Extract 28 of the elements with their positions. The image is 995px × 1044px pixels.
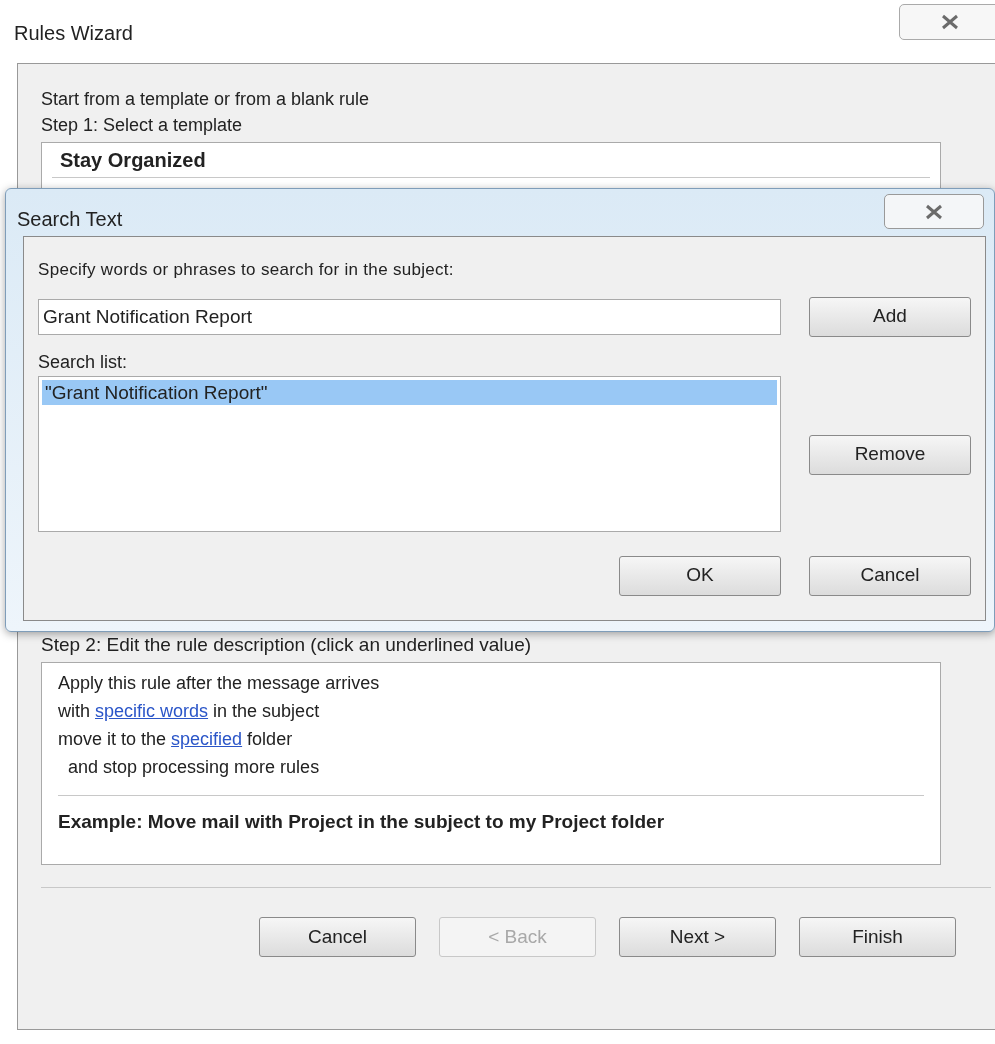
dialog-title: Search Text [17, 207, 123, 232]
wizard-button[interactable]: Next > [619, 917, 776, 957]
wizard-button[interactable]: Finish [799, 917, 956, 957]
add-button[interactable]: Add [809, 296, 971, 337]
rule-line: Apply this rule after the message arrives [58, 672, 381, 695]
rule-line: and stop processing more rules [67, 756, 321, 779]
close-icon [939, 14, 961, 30]
example-text: Example: Move mail with Project in the subject to my Project folder [58, 810, 666, 834]
remove-button[interactable]: Remove [809, 434, 971, 475]
group-header: Stay Organized [52, 145, 930, 178]
wizard-button[interactable]: Cancel [259, 917, 416, 957]
prompt-text: Specify words or phrases to search for in the subject: [38, 259, 455, 281]
rule-line: with specific words in the subject [58, 700, 321, 723]
value-link[interactable]: specific words [95, 701, 209, 721]
dialog-button[interactable]: OK [619, 555, 781, 596]
step-label: Step 1: Select a template [41, 114, 244, 137]
value-link[interactable]: specified [171, 729, 243, 749]
close-icon [923, 203, 945, 220]
step-label: Step 2: Edit the rule description (click an underlined value) [41, 633, 533, 657]
rule-line: move it to the specified folder [58, 728, 294, 751]
list-item[interactable]: "Grant Notification Report" [42, 379, 777, 405]
close-button[interactable] [884, 194, 984, 229]
intro-text: Start from a template or from a blank rule [41, 88, 371, 111]
list-label: Search list: [38, 350, 129, 374]
close-button[interactable] [899, 4, 995, 40]
dialog-button[interactable]: Cancel [809, 555, 971, 596]
search-field[interactable]: Grant Notification Report [38, 298, 781, 335]
window-title: Rules Wizard [14, 21, 133, 46]
